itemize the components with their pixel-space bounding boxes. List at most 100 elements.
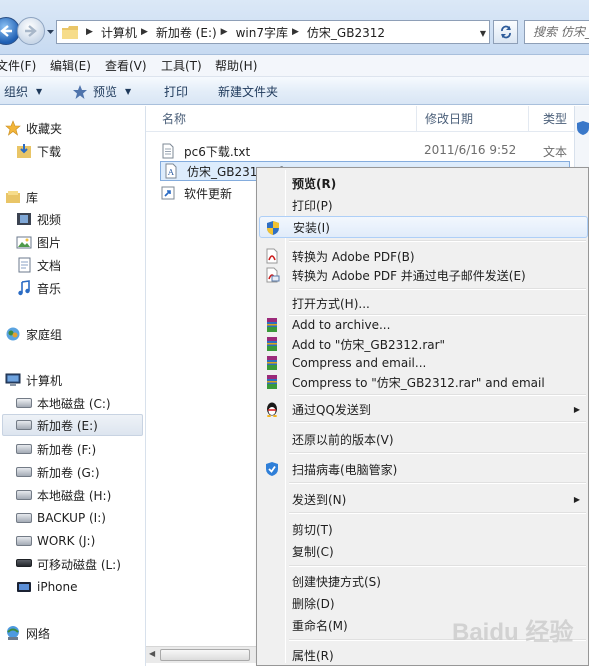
drive-icon <box>16 510 32 526</box>
breadcrumb-win7-fonts[interactable]: ▶ win7字库 <box>217 21 288 43</box>
preview-icon <box>73 84 87 99</box>
menu-item-send-to[interactable]: 发送到(N) ▶ <box>259 488 588 510</box>
menu-item-send-qq[interactable]: 通过QQ发送到 ▶ <box>259 398 588 420</box>
forward-button[interactable] <box>17 17 45 45</box>
downloads-folder-icon <box>16 143 32 159</box>
menu-item-compress-rar-email[interactable]: Compress to "仿宋_GB2312.rar" and email <box>259 371 588 393</box>
removable-drive-icon <box>16 556 32 572</box>
menu-item-open-with[interactable]: 打开方式(H)... <box>259 292 588 314</box>
recent-pages-dropdown-icon[interactable] <box>46 28 55 37</box>
scrollbar-thumb[interactable] <box>160 649 250 661</box>
menu-item-properties[interactable]: 属性(R) <box>259 644 588 666</box>
preview-button[interactable]: 预览 ▼ <box>72 83 131 100</box>
nav-downloads[interactable]: 下载 <box>16 140 61 162</box>
address-bar: ▶ 计算机 ▶ 新加卷 (E:) ▶ win7字库 ▶ 仿宋_GB2312 ▼ 搜索 仿… <box>0 0 589 55</box>
refresh-button[interactable] <box>493 20 518 44</box>
menu-view[interactable]: 查看(V) <box>105 57 147 74</box>
uac-shield-icon <box>265 220 281 236</box>
chevron-right-icon: ▶ <box>140 27 148 37</box>
breadcrumb-drive-e[interactable]: ▶ 新加卷 (E:) <box>137 21 217 43</box>
organize-button[interactable]: 组织 ▼ <box>4 83 42 100</box>
menu-item-preview[interactable]: 预览(R) <box>259 172 588 194</box>
nav-homegroup[interactable]: 家庭组 <box>5 323 62 345</box>
menu-item-print[interactable]: 打印(P) <box>259 194 588 216</box>
nav-videos[interactable]: 视频 <box>16 208 61 230</box>
menu-separator <box>289 240 586 242</box>
nav-drive-j[interactable]: WORK (J:) <box>16 530 95 552</box>
nav-drive-f[interactable]: 新加卷 (F:) <box>16 438 96 460</box>
winrar-icon <box>264 317 280 333</box>
document-icon <box>16 257 32 273</box>
menu-separator <box>289 512 586 514</box>
menu-item-scan-virus[interactable]: 扫描病毒(电脑管家) <box>259 458 588 480</box>
menu-tools[interactable]: 工具(T) <box>161 57 202 74</box>
menu-item-convert-pdf-email[interactable]: 转换为 Adobe PDF 并通过电子邮件发送(E) <box>259 264 588 286</box>
nav-iphone[interactable]: iPhone <box>16 576 78 598</box>
menu-edit[interactable]: 编辑(E) <box>50 57 91 74</box>
nav-drive-e[interactable]: 新加卷 (E:) <box>2 414 143 436</box>
menu-item-copy[interactable]: 复制(C) <box>259 540 588 562</box>
menu-item-create-shortcut[interactable]: 创建快捷方式(S) <box>259 570 588 592</box>
search-input[interactable]: 搜索 仿宋_GB2312 <box>524 20 589 44</box>
breadcrumb[interactable]: ▶ 计算机 ▶ 新加卷 (E:) ▶ win7字库 ▶ 仿宋_GB2312 ▼ <box>56 20 490 44</box>
music-note-icon <box>16 280 32 296</box>
chevron-right-icon: ▶ <box>86 27 93 37</box>
print-button[interactable]: 打印 <box>164 83 188 100</box>
nav-computer[interactable]: 计算机 <box>5 369 62 391</box>
refresh-icon <box>500 25 511 39</box>
navigation-pane: 收藏夹 下载 库 视频 图片 文档 音乐 家庭组 计算机 本地磁盘 (C:) 新… <box>0 106 146 666</box>
svg-text:A: A <box>167 168 174 177</box>
nav-network[interactable]: 网络 <box>5 622 50 644</box>
menu-help[interactable]: 帮助(H) <box>215 57 257 74</box>
nav-favorites[interactable]: 收藏夹 <box>5 117 62 139</box>
menu-item-restore-previous[interactable]: 还原以前的版本(V) <box>259 428 588 450</box>
horizontal-scrollbar[interactable]: ◀ <box>146 646 258 663</box>
homegroup-icon <box>5 326 21 342</box>
library-icon <box>5 189 21 205</box>
star-icon <box>5 120 21 136</box>
breadcrumb-computer[interactable]: ▶ 计算机 <box>82 21 137 43</box>
drive-icon <box>16 533 32 549</box>
drive-icon <box>16 441 32 457</box>
dropdown-arrow-icon: ▼ <box>36 87 43 96</box>
nav-drive-g[interactable]: 新加卷 (G:) <box>16 461 100 483</box>
menu-item-install[interactable]: 安装(I) <box>259 216 588 238</box>
nav-documents[interactable]: 文档 <box>16 254 61 276</box>
file-row-pc6-txt[interactable]: pc6下载.txt <box>160 141 250 161</box>
breadcrumb-fangsong[interactable]: ▶ 仿宋_GB2312 <box>288 21 385 43</box>
scroll-left-icon[interactable]: ◀ <box>149 649 155 658</box>
menu-separator <box>289 452 586 454</box>
shortcut-icon <box>160 185 176 201</box>
font-file-icon: A <box>163 163 179 179</box>
baidu-jingyan-watermark: Baidu 经验 <box>452 619 574 646</box>
qq-penguin-icon <box>264 401 280 417</box>
column-header-row: 名称 修改日期 类型 <box>146 106 589 132</box>
pc-manager-shield-icon <box>264 461 280 477</box>
arrow-right-icon <box>25 25 37 37</box>
nav-libraries[interactable]: 库 <box>5 186 38 208</box>
nav-music[interactable]: 音乐 <box>16 277 61 299</box>
shield-icon <box>577 121 589 135</box>
file-row-software-update[interactable]: 软件更新 <box>160 183 232 203</box>
nav-drive-h[interactable]: 本地磁盘 (H:) <box>16 484 111 506</box>
menu-file[interactable]: 文件(F) <box>0 57 36 74</box>
menu-item-cut[interactable]: 剪切(T) <box>259 518 588 540</box>
nav-drive-i[interactable]: BACKUP (I:) <box>16 507 106 529</box>
new-folder-button[interactable]: 新建文件夹 <box>218 83 278 100</box>
menu-separator <box>289 482 586 484</box>
video-icon <box>16 211 32 227</box>
drive-icon <box>16 417 32 433</box>
menu-separator <box>289 421 586 423</box>
menu-item-delete[interactable]: 删除(D) <box>259 592 588 614</box>
menu-separator <box>289 394 586 396</box>
address-history-dropdown-icon[interactable]: ▼ <box>480 29 486 38</box>
nav-pictures[interactable]: 图片 <box>16 231 61 253</box>
chevron-right-icon: ▶ <box>291 27 299 37</box>
nav-drive-l[interactable]: 可移动磁盘 (L:) <box>16 553 121 575</box>
winrar-icon <box>264 374 280 390</box>
column-name[interactable]: 名称 <box>146 106 417 132</box>
menu-separator <box>289 565 586 567</box>
nav-drive-c[interactable]: 本地磁盘 (C:) <box>16 392 111 414</box>
column-date-modified[interactable]: 修改日期 <box>409 106 529 132</box>
drive-icon <box>16 464 32 480</box>
